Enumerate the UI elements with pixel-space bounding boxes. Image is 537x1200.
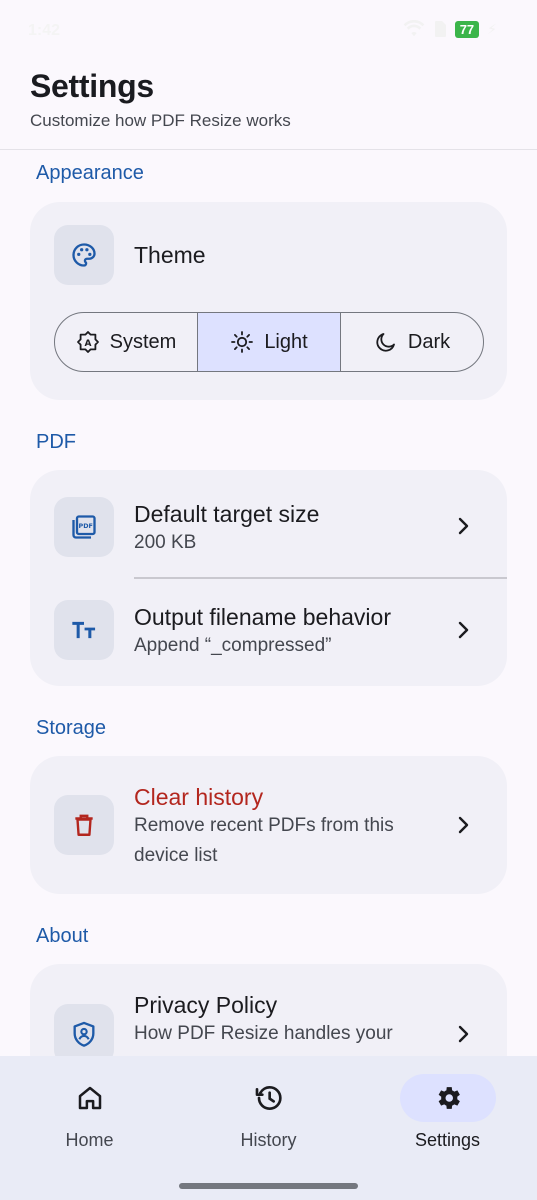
chevron-right-icon xyxy=(454,620,474,640)
section-title-appearance: Appearance xyxy=(36,162,144,184)
moon-icon xyxy=(376,333,395,352)
pdf-file-icon: PDF xyxy=(72,515,96,539)
clear-history-description-line1: Remove recent PDFs from this xyxy=(134,815,394,836)
page-subtitle: Customize how PDF Resize works xyxy=(30,111,291,130)
nav-settings-label: Settings xyxy=(414,1130,481,1150)
nav-settings-pill xyxy=(399,1074,496,1122)
shield-icon xyxy=(73,1021,95,1047)
sim-icon xyxy=(434,21,446,37)
appearance-card: Theme A System Light Dark xyxy=(30,202,507,400)
output-filename-value: Append “_compressed” xyxy=(134,635,332,656)
page-header: Settings Customize how PDF Resize works xyxy=(30,68,291,131)
section-title-about: About xyxy=(36,925,89,947)
output-filename-row[interactable]: Output filename behavior Append “_compre… xyxy=(30,578,507,686)
home-indicator xyxy=(179,1183,358,1189)
shield-icon-tile xyxy=(54,1004,114,1064)
nav-home-label: Home xyxy=(65,1130,114,1150)
wifi-icon xyxy=(403,20,425,37)
svg-text:PDF: PDF xyxy=(79,522,93,530)
default-target-size-row[interactable]: PDF Default target size 200 KB xyxy=(30,470,507,578)
section-title-storage: Storage xyxy=(36,717,107,739)
default-target-size-value: 200 KB xyxy=(134,532,197,553)
status-icons: 77 ⚡ xyxy=(403,20,497,38)
sun-icon xyxy=(231,331,254,353)
theme-option-dark[interactable]: Dark xyxy=(341,313,483,371)
theme-option-light[interactable]: Light xyxy=(198,313,341,371)
output-filename-label: Output filename behavior xyxy=(134,604,391,630)
default-target-size-label: Default target size xyxy=(134,501,320,527)
svg-text:A: A xyxy=(84,339,91,349)
pdf-card: PDF Default target size 200 KB Output fi… xyxy=(30,470,507,686)
home-icon xyxy=(78,1086,101,1110)
theme-segmented-control: A System Light Dark xyxy=(54,312,484,372)
bottom-navigation: Home History Settings xyxy=(0,1056,537,1200)
theme-option-system-label: System xyxy=(109,330,177,353)
section-title-pdf: PDF xyxy=(36,431,76,453)
nav-home-pill xyxy=(42,1074,138,1122)
nav-history-pill xyxy=(221,1074,317,1122)
battery-level: 77 xyxy=(454,20,480,38)
pdf-icon-tile: PDF xyxy=(54,497,114,557)
trash-icon-tile xyxy=(54,795,114,855)
privacy-policy-label: Privacy Policy xyxy=(134,992,278,1018)
theme-option-dark-label: Dark xyxy=(407,330,451,353)
nav-history-label: History xyxy=(240,1130,297,1150)
auto-brightness-icon: A xyxy=(76,331,99,353)
text-fields-icon xyxy=(72,621,96,639)
header-divider xyxy=(0,149,537,150)
palette-icon-tile xyxy=(54,225,114,285)
clear-history-description-line2: device list xyxy=(134,845,218,866)
status-bar: 1:42 77 ⚡ xyxy=(0,0,537,62)
trash-icon xyxy=(75,814,93,836)
chevron-right-icon xyxy=(454,815,474,835)
nav-item-home[interactable]: Home xyxy=(0,1056,179,1166)
privacy-policy-description: How PDF Resize handles your xyxy=(134,1023,393,1044)
page-title: Settings xyxy=(30,68,154,104)
theme-label: Theme xyxy=(134,242,206,268)
clear-history-row[interactable]: Clear history Remove recent PDFs from th… xyxy=(30,756,507,894)
chevron-right-icon xyxy=(454,1024,474,1044)
charging-icon: ⚡ xyxy=(487,20,497,37)
chevron-right-icon xyxy=(454,516,474,536)
status-time: 1:42 xyxy=(28,22,61,39)
clear-history-label: Clear history xyxy=(134,784,264,810)
theme-option-light-label: Light xyxy=(264,330,308,353)
palette-icon xyxy=(72,243,96,267)
gear-icon xyxy=(438,1087,460,1109)
storage-card: Clear history Remove recent PDFs from th… xyxy=(30,756,507,894)
theme-option-system[interactable]: A System xyxy=(55,313,198,371)
nav-item-settings[interactable]: Settings xyxy=(358,1056,537,1166)
nav-item-history[interactable]: History xyxy=(179,1056,358,1166)
history-icon xyxy=(255,1085,282,1110)
text-icon-tile xyxy=(54,600,114,660)
